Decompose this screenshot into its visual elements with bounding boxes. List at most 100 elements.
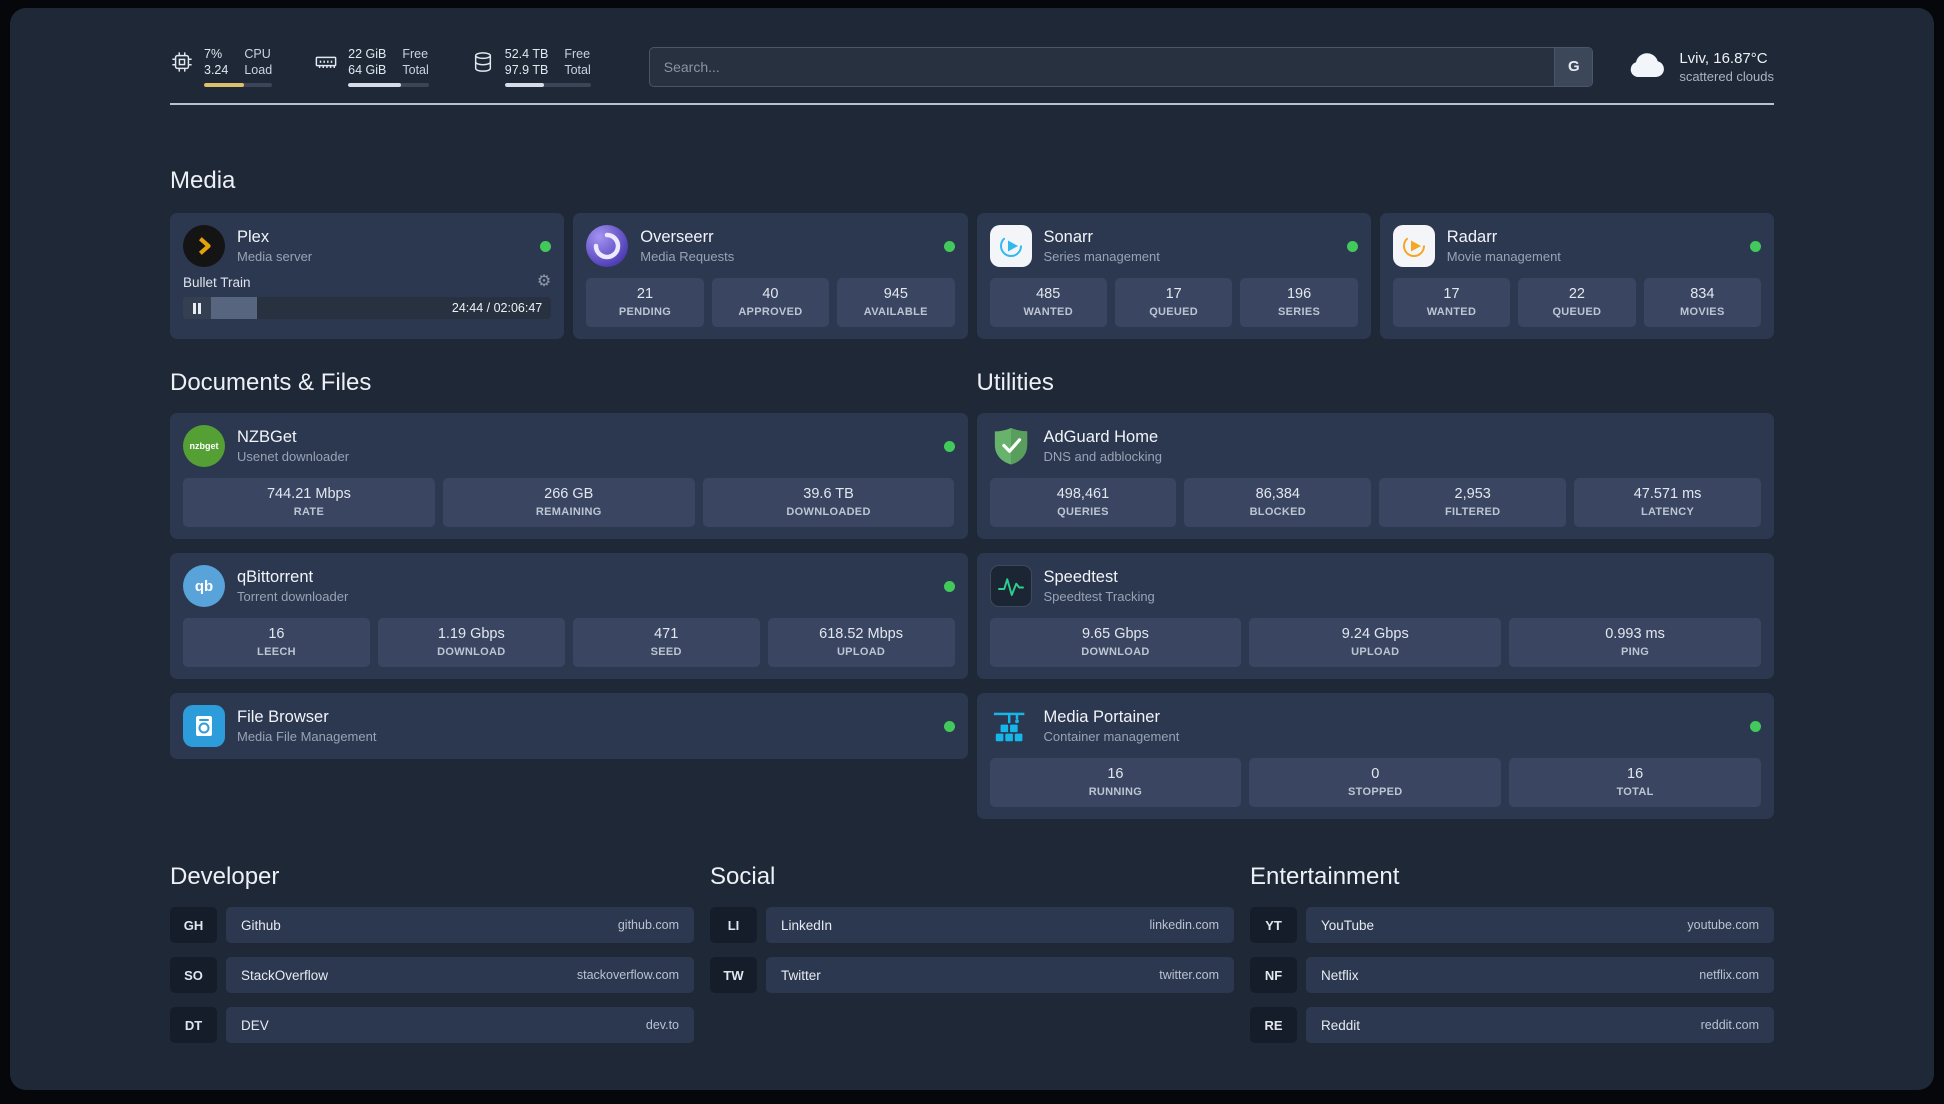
bookmark-reddit[interactable]: RE Reddit reddit.com: [1250, 1007, 1774, 1043]
weather-location: Lviv, 16.87°C: [1679, 49, 1768, 67]
section-title-social: Social: [710, 863, 776, 890]
app-card-overseerr[interactable]: Overseerr Media Requests 21 PENDING 40 APP…: [573, 213, 968, 339]
app-subtitle: Media server: [237, 249, 313, 264]
ram-widget: 22 GiB 64 GiB Free Total: [314, 46, 429, 87]
bookmark-url: reddit.com: [1700, 1018, 1759, 1032]
stat-tile: 0 STOPPED: [1249, 758, 1502, 807]
bookmark-abbr: NF: [1250, 957, 1297, 993]
stat-tile: 16 RUNNING: [989, 758, 1242, 807]
ram-free-value: 22 GiB: [348, 47, 387, 61]
bookmark-abbr: TW: [710, 957, 757, 993]
stat-tile: 744.21 Mbps RATE: [183, 478, 435, 527]
stat-tile: 485 WANTED: [989, 278, 1107, 327]
bookmark-abbr: YT: [1250, 907, 1297, 943]
ram-total-value: 64 GiB: [348, 63, 387, 77]
app-card-adguard[interactable]: AdGuard Home DNS and adblocking 498,461 Q…: [976, 413, 1774, 539]
bookmark-stackoverflow[interactable]: SO StackOverflow stackoverflow.com: [170, 957, 694, 993]
stat-tile: 9.24 Gbps UPLOAD: [1249, 618, 1502, 667]
app-subtitle: Media Requests: [640, 249, 735, 264]
disk-widget: 52.4 TB 97.9 TB Free Total: [471, 46, 591, 87]
search-bar: G: [648, 46, 1594, 87]
weather-condition: scattered clouds: [1679, 68, 1774, 84]
stat-tile: 266 GB REMAINING: [442, 478, 695, 527]
disk-total-label: Total: [564, 63, 591, 77]
app-name: Radarr: [1446, 228, 1498, 246]
status-dot: [1750, 240, 1761, 252]
app-card-sonarr[interactable]: Sonarr Series management 485 WANTED 17 QUE…: [976, 213, 1371, 339]
bookmark-youtube[interactable]: YT YouTube youtube.com: [1250, 907, 1774, 943]
bookmark-dev[interactable]: DT DEV dev.to: [170, 1007, 694, 1043]
bookmark-abbr: RE: [1250, 1007, 1297, 1043]
bookmark-name: Github: [241, 917, 281, 933]
bookmark-abbr: SO: [170, 957, 217, 993]
app-card-speedtest[interactable]: Speedtest Speedtest Tracking 9.65 Gbps DO…: [976, 553, 1774, 679]
status-dot: [1346, 240, 1358, 252]
bookmark-url: twitter.com: [1159, 968, 1219, 982]
app-card-portainer[interactable]: Media Portainer Container management 16 R…: [976, 693, 1774, 819]
ram-progress-bar: [348, 83, 429, 87]
stat-tile: 945 AVAILABLE: [837, 278, 955, 327]
disk-total-value: 97.9 TB: [504, 63, 549, 77]
cloud-icon: [1627, 50, 1667, 83]
bookmark-twitter[interactable]: TW Twitter twitter.com: [710, 957, 1234, 993]
playback-time: 24:44 / 02:06:47: [451, 301, 543, 315]
cpu-progress-bar: [204, 83, 273, 87]
bookmarks-social: Social LI LinkedIn linkedin.com TW Twitte…: [710, 863, 1234, 1043]
stat-tile: 39.6 TB DOWNLOADED: [702, 478, 955, 527]
app-subtitle: Speedtest Tracking: [1043, 589, 1155, 604]
stat-tile: 471 SEED: [572, 618, 760, 667]
media-grid: Plex Media server Bullet Train ⚙ 24:44 /…: [170, 213, 1774, 339]
playback-progress-bar[interactable]: 24:44 / 02:06:47: [183, 297, 552, 319]
filebrowser-icon: [183, 705, 225, 747]
pause-button[interactable]: [183, 297, 211, 319]
gear-icon[interactable]: ⚙: [537, 274, 551, 290]
bookmark-github[interactable]: GH Github github.com: [170, 907, 694, 943]
bookmark-name: Netflix: [1321, 967, 1359, 983]
bookmark-name: StackOverflow: [241, 967, 329, 983]
bookmark-linkedin[interactable]: LI LinkedIn linkedin.com: [710, 907, 1234, 943]
disk-free-value: 52.4 TB: [504, 47, 549, 61]
stat-tile: 40 APPROVED: [711, 278, 830, 327]
section-title-utilities: Utilities: [976, 369, 1054, 396]
documents-column: nzbget NZBGet Usenet downloader 744.21 M…: [170, 413, 968, 759]
ram-total-label: Total: [402, 63, 429, 77]
stat-tile: 22 QUEUED: [1518, 278, 1636, 327]
portainer-icon: [990, 705, 1032, 747]
utilities-column: AdGuard Home DNS and adblocking 498,461 Q…: [976, 413, 1774, 819]
app-name: Plex: [237, 228, 270, 246]
app-name: File Browser: [237, 708, 329, 726]
section-title-media: Media: [170, 167, 236, 194]
top-bar: 7% 3.24 CPU Load 22 GiB 64 GiB Free Tota…: [170, 46, 1774, 87]
cpu-label: CPU: [244, 47, 271, 61]
speedtest-icon: [989, 565, 1032, 607]
app-card-qbittorrent[interactable]: qb qBittorrent Torrent downloader 16 LEEC…: [170, 553, 968, 679]
stat-tile: 16 LEECH: [183, 618, 370, 667]
app-card-filebrowser[interactable]: File Browser Media File Management: [170, 693, 968, 759]
overseerr-icon: [586, 225, 629, 267]
app-subtitle: Torrent downloader: [237, 589, 349, 604]
bookmark-netflix[interactable]: NF Netflix netflix.com: [1250, 957, 1774, 993]
app-card-nzbget[interactable]: nzbget NZBGet Usenet downloader 744.21 M…: [170, 413, 968, 539]
cpu-load-value: 3.24: [204, 63, 229, 77]
stat-tile: 0.993 ms PING: [1509, 618, 1761, 667]
app-card-radarr[interactable]: Radarr Movie management 17 WANTED 22 QUEUE…: [1379, 213, 1774, 339]
bookmark-name: YouTube: [1321, 917, 1375, 933]
app-name: qBittorrent: [237, 568, 314, 586]
app-card-plex[interactable]: Plex Media server Bullet Train ⚙ 24:44 /…: [170, 213, 565, 339]
section-title-entertainment: Entertainment: [1250, 863, 1400, 890]
search-engine-button[interactable]: G: [1554, 47, 1593, 86]
pause-icon: [192, 302, 202, 314]
status-dot: [540, 240, 552, 252]
bookmarks-developer: Developer GH Github github.com SO StackOv…: [170, 863, 694, 1043]
cpu-icon: [170, 50, 194, 74]
app-subtitle: Media File Management: [237, 729, 377, 744]
app-subtitle: Movie management: [1446, 249, 1561, 264]
status-dot: [943, 580, 955, 592]
weather-widget: Lviv, 16.87°C scattered clouds: [1627, 49, 1774, 85]
stat-tile: 16 TOTAL: [1509, 758, 1761, 807]
app-name: AdGuard Home: [1043, 428, 1159, 446]
app-name: NZBGet: [237, 428, 297, 446]
stat-tile: 17 WANTED: [1392, 278, 1511, 327]
bookmark-name: LinkedIn: [781, 917, 833, 933]
search-input[interactable]: [649, 47, 1555, 86]
